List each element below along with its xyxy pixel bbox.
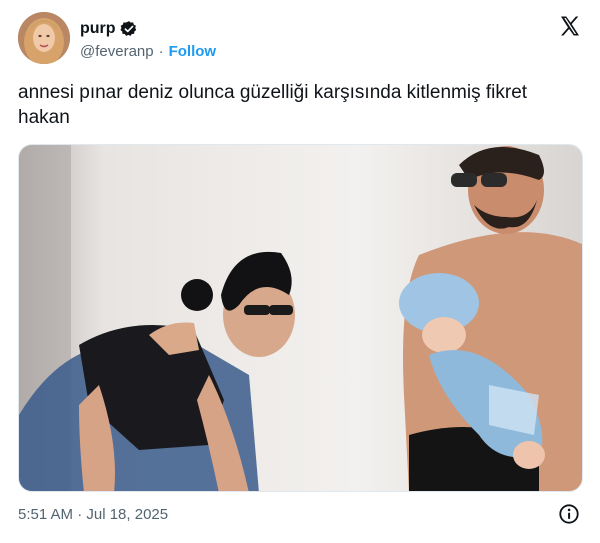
timestamp[interactable]: 5:51 AM · Jul 18, 2025 <box>18 506 168 523</box>
tweet-text: annesi pınar deniz olunca güzelliği karş… <box>18 82 528 128</box>
photo-image <box>19 145 582 491</box>
avatar[interactable] <box>18 12 70 64</box>
follow-button[interactable]: Follow <box>169 43 217 60</box>
separator-dot: · <box>158 42 164 60</box>
name-row: purp <box>80 18 138 40</box>
tweet-card: purp @feveranp · Follow annesi pınar den… <box>0 0 600 543</box>
tweet-header: purp @feveranp · Follow <box>18 12 584 66</box>
info-icon[interactable] <box>558 503 580 525</box>
avatar-image <box>18 12 70 64</box>
handle-row: @feveranp · Follow <box>80 41 216 61</box>
tweet-footer: 5:51 AM · Jul 18, 2025 <box>18 502 584 526</box>
x-logo-icon[interactable] <box>558 14 582 38</box>
handle[interactable]: @feveranp <box>80 43 154 60</box>
verified-badge-icon <box>119 20 138 38</box>
display-name[interactable]: purp <box>80 20 116 38</box>
tweet-photo[interactable] <box>18 144 583 492</box>
